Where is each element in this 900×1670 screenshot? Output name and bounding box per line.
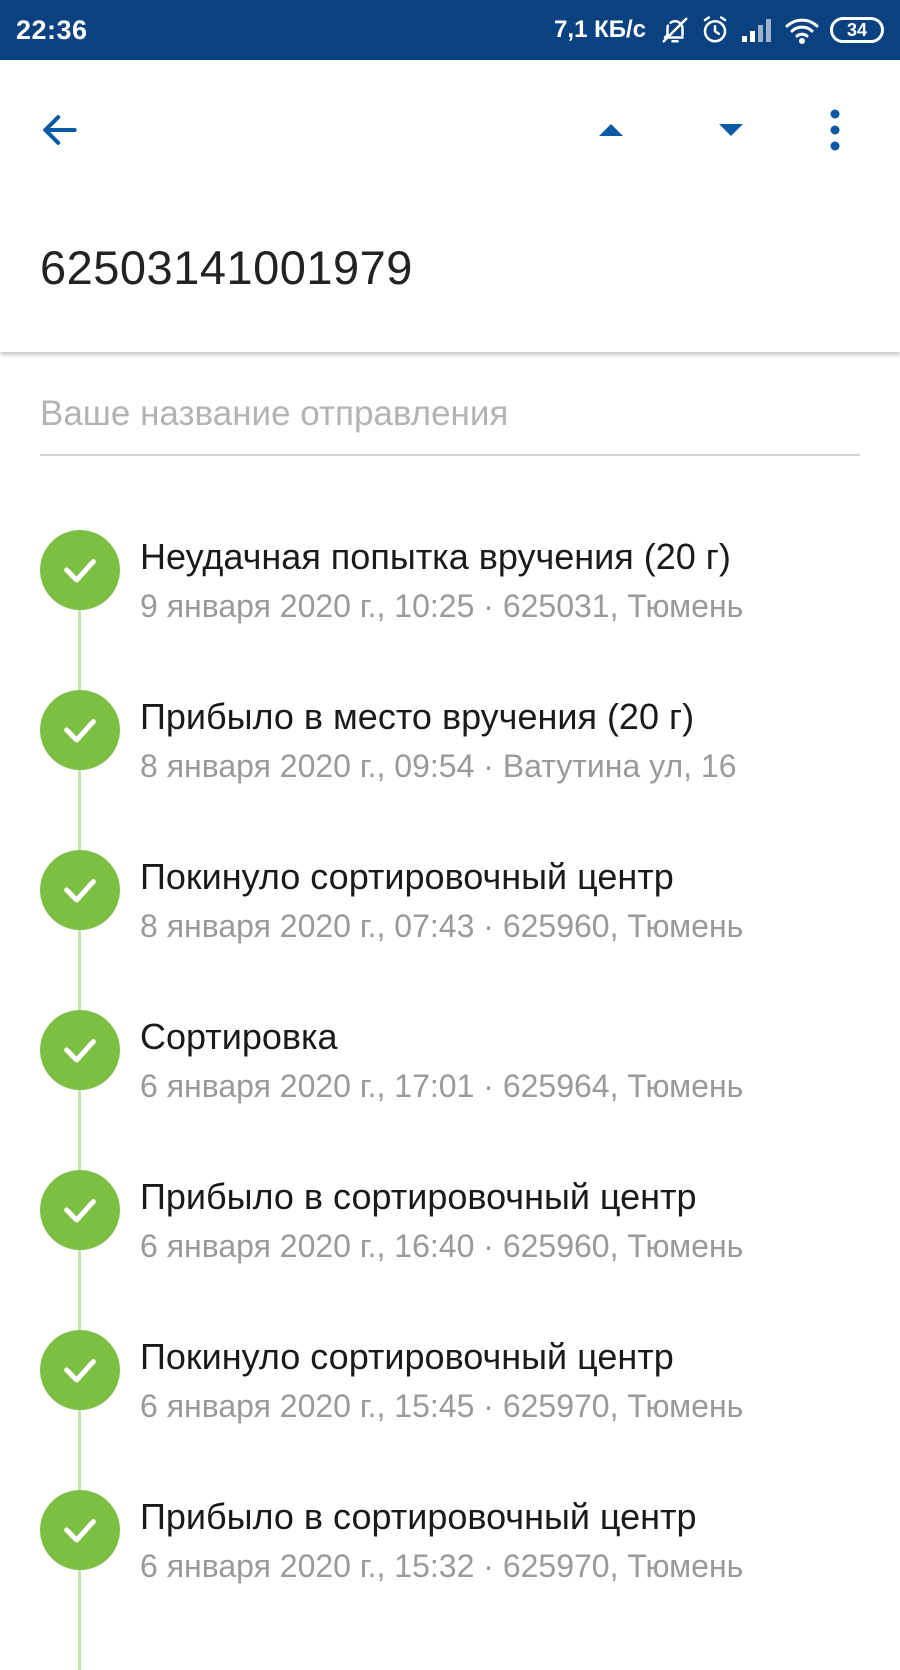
timeline-event: Покинуло сортировочный центр 6 января 20… [0, 1330, 900, 1490]
status-time: 22:36 [16, 14, 88, 45]
network-speed: 7,1 КБ/с [554, 16, 646, 43]
arrow-back-icon [43, 115, 77, 145]
check-icon [40, 530, 120, 610]
check-icon [40, 1330, 120, 1410]
event-meta: 9 января 2020 г., 10:25 · 625031, Тюмень [140, 588, 744, 624]
alarm-icon [700, 15, 730, 45]
event-title: Покинуло сортировочный центр [140, 1336, 674, 1377]
signal-icon [740, 16, 774, 44]
event-title: Покинуло сортировочный центр [140, 856, 674, 897]
check-icon [40, 1170, 120, 1250]
arrow-up-icon [599, 124, 623, 136]
timeline-event: Сортировка 6 января 2020 г., 17:01 · 625… [0, 1010, 900, 1170]
shipment-name-field[interactable] [40, 390, 860, 456]
event-title: Прибыло в место вручения (20 г) [140, 696, 695, 737]
more-options-button[interactable] [800, 95, 870, 165]
next-item-button[interactable] [696, 95, 766, 165]
event-title: Прибыло в сортировочный центр [140, 1496, 697, 1537]
event-meta: 8 января 2020 г., 09:54 · Ватутина ул, 1… [140, 748, 737, 784]
event-meta: 6 января 2020 г., 15:45 · 625970, Тюмень [140, 1388, 744, 1424]
shipment-name-input[interactable] [40, 390, 860, 434]
wifi-icon [784, 16, 820, 44]
status-bar: 22:36 7,1 КБ/с 34 [0, 0, 900, 60]
event-meta: 6 января 2020 г., 17:01 · 625964, Тюмень [140, 1068, 744, 1104]
event-meta: 8 января 2020 г., 07:43 · 625960, Тюмень [140, 908, 744, 944]
event-title: Сортировка [140, 1016, 338, 1057]
battery-icon: 34 [830, 17, 884, 43]
timeline-event: Покинуло сортировочный центр 8 января 20… [0, 850, 900, 1010]
tracking-number: 62503141001979 [40, 241, 413, 294]
check-icon [40, 850, 120, 930]
timeline-event: Неудачная попытка вручения (20 г) 9 янва… [0, 530, 900, 690]
check-icon [40, 1010, 120, 1090]
arrow-down-icon [719, 124, 743, 136]
event-title: Неудачная попытка вручения (20 г) [140, 536, 731, 577]
app-toolbar: 62503141001979 [0, 60, 900, 352]
more-vert-icon [830, 109, 840, 151]
event-meta: 6 января 2020 г., 15:32 · 625970, Тюмень [140, 1548, 744, 1584]
timeline-event: Прибыло в сортировочный центр 6 января 2… [0, 1170, 900, 1330]
status-icons: 7,1 КБ/с 34 [554, 15, 884, 45]
back-button[interactable] [25, 95, 95, 165]
check-icon [40, 690, 120, 770]
event-title: Прибыло в сортировочный центр [140, 1176, 697, 1217]
timeline-event: Прибыло в место вручения (20 г) 8 января… [0, 690, 900, 850]
event-meta: 6 января 2020 г., 16:40 · 625960, Тюмень [140, 1228, 744, 1264]
check-icon [40, 1490, 120, 1570]
previous-item-button[interactable] [576, 95, 646, 165]
timeline-event: Прибыло в сортировочный центр 6 января 2… [0, 1490, 900, 1650]
bell-off-icon [660, 15, 690, 45]
